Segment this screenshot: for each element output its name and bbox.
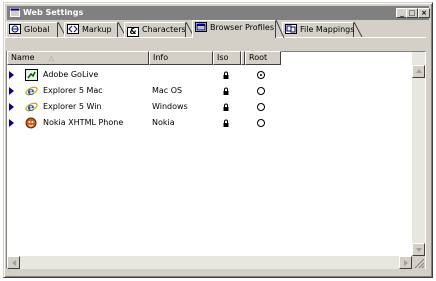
- window-icon: [10, 8, 20, 17]
- markup-icon: [67, 24, 79, 34]
- internet-explorer-icon: e: [25, 85, 38, 97]
- tab-characters-label: Characters: [142, 25, 186, 34]
- column-header-info[interactable]: Info: [149, 51, 213, 65]
- column-header-iso[interactable]: Iso: [213, 51, 241, 65]
- svg-text:e: e: [28, 101, 35, 113]
- row-name: Adobe GoLive: [43, 70, 99, 79]
- tab-global-label: Global: [24, 25, 50, 34]
- golive-icon: [25, 69, 38, 81]
- lock-icon[interactable]: [223, 119, 229, 127]
- vertical-scrollbar[interactable]: [412, 52, 425, 258]
- sort-ascending-icon: △: [48, 54, 54, 62]
- lock-icon[interactable]: [223, 103, 229, 111]
- down-arrow-icon: [416, 248, 422, 252]
- column-info-label: Info: [153, 53, 169, 62]
- horizontal-scrollbar[interactable]: [7, 256, 412, 269]
- up-arrow-icon: [416, 69, 422, 73]
- expand-arrow-icon[interactable]: [9, 87, 14, 95]
- column-header-root[interactable]: Root: [245, 51, 281, 65]
- tab-browser-profiles[interactable]: Browser Profiles: [192, 20, 276, 38]
- ampersand-icon: &: [127, 27, 139, 37]
- expand-arrow-icon[interactable]: [9, 103, 14, 111]
- row-name: Nokia XHTML Phone: [43, 118, 124, 127]
- list-row-explorer-5-mac[interactable]: e Explorer 5 Mac Mac OS: [7, 85, 412, 97]
- expand-arrow-icon[interactable]: [9, 119, 14, 127]
- list-header: Name △ Info Iso Root: [6, 51, 412, 65]
- row-info: Windows: [152, 102, 188, 111]
- tab-markup-label: Markup: [82, 25, 112, 34]
- resize-grip[interactable]: [412, 256, 425, 269]
- browser-icon: [195, 22, 207, 32]
- scroll-right-button[interactable]: [399, 256, 412, 269]
- lock-icon[interactable]: [223, 87, 229, 95]
- tab-strip: Global Markup & Characters Browser Profil…: [4, 19, 426, 39]
- browser-profiles-list[interactable]: [6, 51, 426, 269]
- nokia-phone-icon: [25, 117, 37, 129]
- root-radio[interactable]: [257, 119, 265, 127]
- root-radio[interactable]: [257, 87, 265, 95]
- tab-markup[interactable]: Markup: [64, 22, 118, 37]
- resize-grip-icon: [414, 258, 425, 269]
- internet-explorer-icon: e: [25, 101, 38, 113]
- row-name: Explorer 5 Win: [43, 102, 102, 111]
- file-mappings-icon: [285, 24, 297, 34]
- tab-characters[interactable]: & Characters: [124, 22, 186, 37]
- list-row-nokia-xhtml-phone[interactable]: Nokia XHTML Phone Nokia: [7, 117, 412, 129]
- list-row-explorer-5-win[interactable]: e Explorer 5 Win Windows: [7, 101, 412, 113]
- root-radio[interactable]: [257, 103, 265, 111]
- column-name-label: Name: [11, 53, 35, 62]
- globe-icon: [9, 24, 21, 34]
- row-info: Nokia: [152, 118, 175, 127]
- lock-icon[interactable]: [223, 71, 229, 79]
- tab-file-mappings[interactable]: File Mappings: [282, 22, 354, 37]
- left-arrow-icon: [12, 260, 16, 266]
- scroll-up-button[interactable]: [412, 65, 425, 78]
- close-button[interactable]: ×: [418, 8, 430, 18]
- maximize-button[interactable]: □: [406, 8, 418, 18]
- right-arrow-icon: [404, 260, 408, 266]
- row-name: Explorer 5 Mac: [43, 86, 103, 95]
- tab-file-mappings-label: File Mappings: [300, 25, 355, 34]
- tab-edge: [276, 20, 285, 38]
- row-info: Mac OS: [152, 86, 183, 95]
- scroll-down-button[interactable]: [412, 243, 425, 256]
- title-bar[interactable]: Web Settings _ □ ×: [7, 6, 430, 20]
- tab-global[interactable]: Global: [6, 22, 58, 37]
- svg-text:e: e: [28, 85, 35, 97]
- tab-edge: [354, 22, 363, 37]
- root-radio[interactable]: [257, 71, 265, 79]
- window-title: Web Settings: [23, 8, 84, 17]
- tab-browser-profiles-label: Browser Profiles: [210, 23, 275, 32]
- list-row-adobe-golive[interactable]: Adobe GoLive: [7, 69, 412, 81]
- column-root-label: Root: [249, 53, 268, 62]
- column-iso-label: Iso: [217, 53, 229, 62]
- column-header-name[interactable]: Name △: [7, 51, 149, 65]
- scroll-left-button[interactable]: [7, 256, 20, 269]
- expand-arrow-icon[interactable]: [9, 71, 14, 79]
